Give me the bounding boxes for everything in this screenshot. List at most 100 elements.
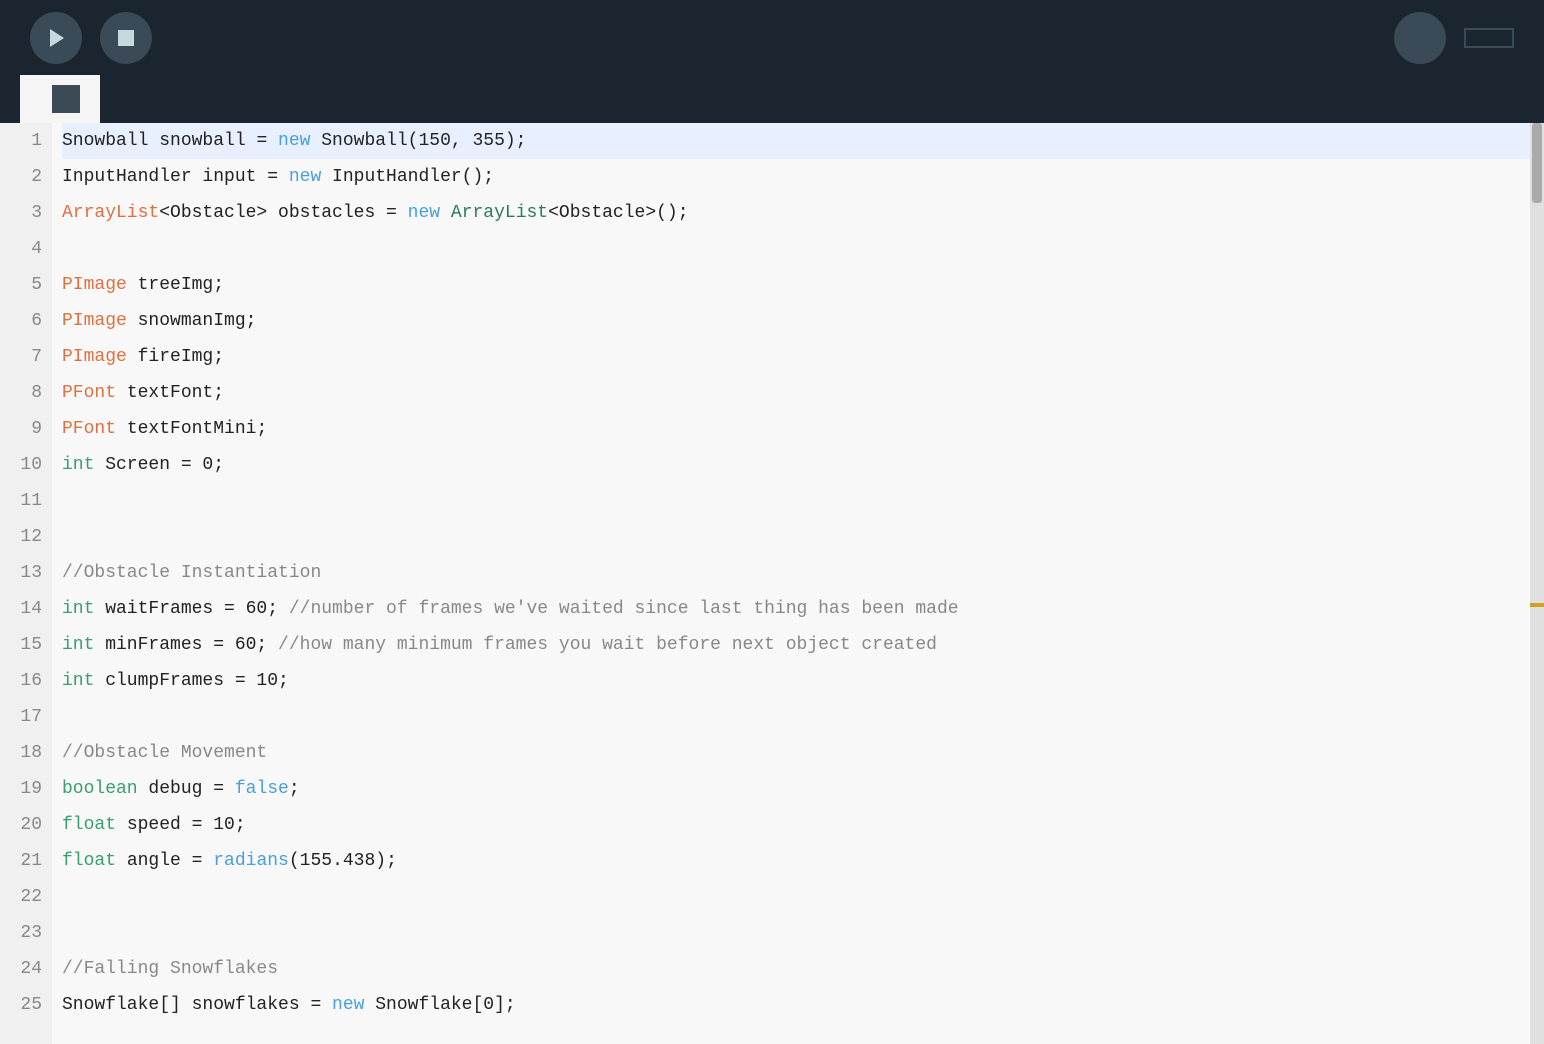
tab-bar <box>0 75 1544 123</box>
code-token: textFont; <box>116 375 224 411</box>
line-number-15: 15 <box>20 627 42 663</box>
language-dropdown[interactable] <box>1464 28 1514 48</box>
code-line-21: float angle = radians(155.438); <box>62 843 1530 879</box>
code-line-7: PImage fireImg; <box>62 339 1530 375</box>
line-number-6: 6 <box>31 303 42 339</box>
code-token: InputHandler input = <box>62 159 289 195</box>
play-icon <box>44 26 68 50</box>
line-number-16: 16 <box>20 663 42 699</box>
code-line-16: int clumpFrames = 10; <box>62 663 1530 699</box>
tab-snowballin[interactable] <box>20 75 100 123</box>
code-token: //Obstacle Movement <box>62 735 267 771</box>
code-line-17 <box>62 699 1530 735</box>
code-token: textFontMini; <box>116 411 267 447</box>
code-token: <Obstacle>(); <box>548 195 688 231</box>
tab-dropdown-icon[interactable] <box>52 85 80 113</box>
code-token: int <box>62 663 94 699</box>
code-token: boolean <box>62 771 138 807</box>
stop-icon <box>114 26 138 50</box>
code-line-18: //Obstacle Movement <box>62 735 1530 771</box>
code-line-3: ArrayList<Obstacle> obstacles = new Arra… <box>62 195 1530 231</box>
toolbar <box>0 0 1544 75</box>
code-token: radians <box>213 843 289 879</box>
code-token: //Obstacle Instantiation <box>62 555 321 591</box>
code-token: int <box>62 447 94 483</box>
code-token: PImage <box>62 303 127 339</box>
line-number-4: 4 <box>31 231 42 267</box>
scrollbar-thumb[interactable] <box>1532 123 1542 203</box>
code-line-24: //Falling Snowflakes <box>62 951 1530 987</box>
code-token: minFrames = 60; <box>94 627 278 663</box>
cmd-button[interactable] <box>1394 12 1446 64</box>
code-line-15: int minFrames = 60; //how many minimum f… <box>62 627 1530 663</box>
code-token: Snowball <box>62 123 148 159</box>
code-token: waitFrames = 60; <box>94 591 288 627</box>
code-token: angle = <box>116 843 213 879</box>
line-number-9: 9 <box>31 411 42 447</box>
code-token: new <box>289 159 321 195</box>
code-token: clumpFrames = 10; <box>94 663 288 699</box>
code-token: PFont <box>62 375 116 411</box>
code-line-9: PFont textFontMini; <box>62 411 1530 447</box>
line-number-2: 2 <box>31 159 42 195</box>
code-token: PImage <box>62 267 127 303</box>
code-token: ArrayList <box>62 195 159 231</box>
code-line-12 <box>62 519 1530 555</box>
code-token: (155.438); <box>289 843 397 879</box>
line-number-5: 5 <box>31 267 42 303</box>
line-number-11: 11 <box>20 483 42 519</box>
code-token: ; <box>289 771 300 807</box>
code-token: ArrayList <box>440 195 548 231</box>
code-token: new <box>332 987 364 1023</box>
line-number-17: 17 <box>20 699 42 735</box>
code-line-2: InputHandler input = new InputHandler(); <box>62 159 1530 195</box>
code-line-11 <box>62 483 1530 519</box>
code-token: Snowball(150, 355); <box>310 123 526 159</box>
code-line-14: int waitFrames = 60; //number of frames … <box>62 591 1530 627</box>
code-line-1: Snowball snowball = new Snowball(150, 35… <box>62 123 1530 159</box>
line-number-21: 21 <box>20 843 42 879</box>
code-token: //how many minimum frames you wait befor… <box>278 627 937 663</box>
line-number-20: 20 <box>20 807 42 843</box>
scrollbar[interactable] <box>1530 123 1544 1044</box>
line-number-7: 7 <box>31 339 42 375</box>
code-token: <Obstacle> obstacles = <box>159 195 407 231</box>
code-token: snowball = <box>148 123 278 159</box>
code-token: InputHandler(); <box>321 159 494 195</box>
line-number-19: 19 <box>20 771 42 807</box>
code-area[interactable]: Snowball snowball = new Snowball(150, 35… <box>52 123 1530 1044</box>
code-token: PImage <box>62 339 127 375</box>
code-token: //number of frames we've waited since la… <box>289 591 959 627</box>
editor: 1234567891011121314151617181920212223242… <box>0 123 1544 1044</box>
code-token: snowmanImg; <box>127 303 257 339</box>
play-button[interactable] <box>30 12 82 64</box>
code-token: PFont <box>62 411 116 447</box>
code-token: speed = 10; <box>116 807 246 843</box>
line-number-13: 13 <box>20 555 42 591</box>
code-line-10: int Screen = 0; <box>62 447 1530 483</box>
code-token: debug = <box>138 771 235 807</box>
code-token: int <box>62 591 94 627</box>
line-number-10: 10 <box>20 447 42 483</box>
code-token: new <box>278 123 310 159</box>
stop-button[interactable] <box>100 12 152 64</box>
line-number-24: 24 <box>20 951 42 987</box>
code-line-25: Snowflake[] snowflakes = new Snowflake[0… <box>62 987 1530 1023</box>
code-token: treeImg; <box>127 267 224 303</box>
code-line-23 <box>62 915 1530 951</box>
line-number-18: 18 <box>20 735 42 771</box>
code-line-20: float speed = 10; <box>62 807 1530 843</box>
line-number-1: 1 <box>31 123 42 159</box>
line-number-14: 14 <box>20 591 42 627</box>
code-line-22 <box>62 879 1530 915</box>
code-line-6: PImage snowmanImg; <box>62 303 1530 339</box>
code-token: Snowflake[0]; <box>364 987 515 1023</box>
code-line-13: //Obstacle Instantiation <box>62 555 1530 591</box>
code-token: float <box>62 843 116 879</box>
code-token: Screen = 0; <box>94 447 224 483</box>
line-number-25: 25 <box>20 987 42 1023</box>
line-number-22: 22 <box>20 879 42 915</box>
line-numbers: 1234567891011121314151617181920212223242… <box>0 123 52 1044</box>
code-token: false <box>235 771 289 807</box>
code-token: fireImg; <box>127 339 224 375</box>
